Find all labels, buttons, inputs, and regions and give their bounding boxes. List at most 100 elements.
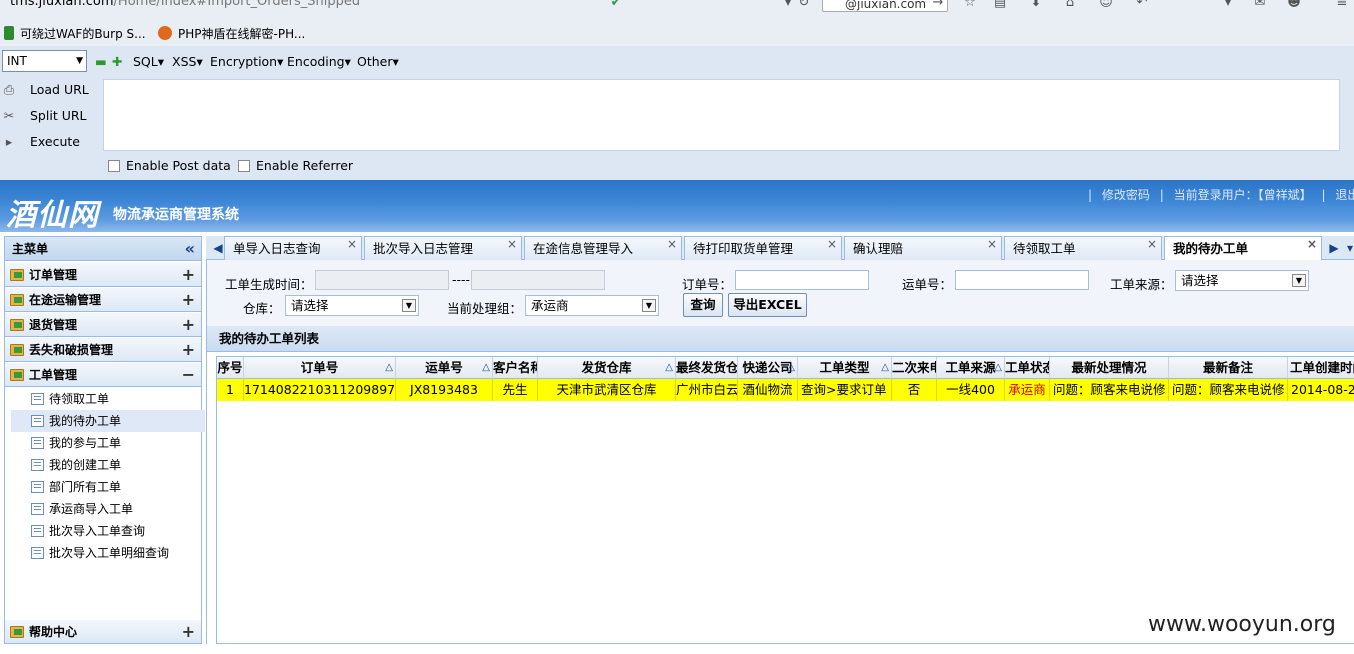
- table-cell[interactable]: 问题：顾客来电说修: [1169, 379, 1288, 401]
- split-url-button[interactable]: ✂ Split URL: [2, 108, 87, 123]
- create-time-start-input[interactable]: [315, 270, 449, 290]
- tab-transit-import[interactable]: 在途信息管理导入 ×: [524, 236, 682, 260]
- bookmarks-list-icon[interactable]: ▤: [992, 0, 1008, 10]
- expand-plus-icon[interactable]: +: [182, 620, 195, 644]
- plus-icon[interactable]: ✚: [112, 54, 122, 69]
- menu-group-orders[interactable]: 订单管理 +: [5, 263, 201, 287]
- menu-encoding[interactable]: Encoding▾: [287, 54, 351, 69]
- menu-other[interactable]: Other▾: [357, 54, 399, 69]
- reload-icon[interactable]: ↻: [796, 0, 812, 10]
- col-header[interactable]: 客户名称: [493, 357, 538, 379]
- export-excel-button[interactable]: 导出EXCEL: [728, 293, 807, 317]
- tab-import-log[interactable]: 单导入日志查询 ×: [224, 236, 362, 260]
- menu-group-returns[interactable]: 退货管理 +: [5, 313, 201, 337]
- menu-item-my-todo[interactable]: 我的待办工单: [11, 410, 205, 432]
- menu-group-loss[interactable]: 丢失和破损管理 +: [5, 338, 201, 362]
- minus-icon[interactable]: ▬: [95, 54, 107, 69]
- close-icon[interactable]: ×: [1147, 237, 1157, 256]
- logout-link[interactable]: 退出: [1335, 188, 1354, 202]
- waybill-input[interactable]: [955, 270, 1089, 290]
- menu-encryption[interactable]: Encryption▾: [210, 54, 283, 69]
- table-cell[interactable]: JX8193483: [396, 379, 493, 401]
- home-icon[interactable]: ⌂: [1062, 0, 1078, 10]
- expand-plus-icon[interactable]: +: [182, 288, 195, 312]
- close-icon[interactable]: ×: [987, 237, 997, 256]
- col-header[interactable]: 最新备注: [1169, 357, 1288, 379]
- search-go-icon[interactable]: →: [930, 0, 946, 10]
- execute-button[interactable]: ▸ Execute: [2, 134, 80, 149]
- col-header[interactable]: 发货仓库 △: [538, 357, 676, 379]
- query-button[interactable]: 查询: [683, 293, 723, 317]
- close-icon[interactable]: ×: [507, 237, 517, 256]
- menu-item-carrier-import[interactable]: 承运商导入工单: [31, 498, 201, 520]
- table-cell[interactable]: 先生: [493, 379, 538, 401]
- tab-list-icon[interactable]: ▾: [1340, 238, 1354, 258]
- table-cell[interactable]: 2014-08-24: [1288, 379, 1354, 401]
- tab-my-todo[interactable]: 我的待办工单 ×: [1164, 236, 1322, 261]
- col-header[interactable]: 工单创建时间: [1288, 357, 1354, 379]
- col-header[interactable]: 订单号 △: [244, 357, 396, 379]
- shield-icon[interactable]: ✔: [608, 0, 624, 10]
- order-no-input[interactable]: [735, 270, 869, 290]
- tab-batch-import-log[interactable]: 批次导入日志管理 ×: [364, 236, 522, 260]
- menu-sql[interactable]: SQL▾: [133, 54, 164, 69]
- col-header[interactable]: 二次来电: [892, 357, 937, 379]
- collapse-left-icon[interactable]: «: [185, 237, 195, 261]
- change-password-link[interactable]: 修改密码: [1102, 188, 1150, 202]
- url-textarea[interactable]: [103, 79, 1340, 151]
- comment-icon[interactable]: ✉: [1252, 0, 1268, 10]
- col-header[interactable]: 最终发货仓: [676, 357, 738, 379]
- col-header[interactable]: 最新处理情况: [1050, 357, 1169, 379]
- collapse-minus-icon[interactable]: −: [182, 363, 195, 387]
- close-icon[interactable]: ×: [667, 237, 677, 256]
- menu-group-tickets[interactable]: 工单管理 −: [5, 363, 201, 387]
- expand-plus-icon[interactable]: +: [182, 338, 195, 362]
- menu-item-my-participated[interactable]: 我的参与工单: [31, 432, 201, 454]
- menu-item-pending-claim[interactable]: 待领取工单: [31, 388, 201, 410]
- type-select[interactable]: INT ▼: [2, 50, 87, 72]
- download-icon[interactable]: ⬇: [1028, 0, 1044, 10]
- table-cell[interactable]: 酒仙物流: [738, 379, 798, 401]
- menu-item-department[interactable]: 部门所有工单: [31, 476, 201, 498]
- col-header[interactable]: 快递公司 △: [738, 357, 798, 379]
- table-cell[interactable]: 查询>要求订单: [798, 379, 892, 401]
- menu-xss[interactable]: XSS▾: [172, 54, 203, 69]
- col-header[interactable]: 工单类型 △: [798, 357, 892, 379]
- table-cell[interactable]: 天津市武清区仓库: [538, 379, 676, 401]
- menu-item-batch-detail[interactable]: 批次导入工单明细查询: [31, 542, 201, 564]
- bookmark-item-php[interactable]: PHP神盾在线解密-PH...: [158, 26, 305, 42]
- status-cell[interactable]: 承运商: [1005, 379, 1050, 401]
- close-icon[interactable]: ×: [347, 237, 357, 256]
- table-cell[interactable]: 否: [892, 379, 937, 401]
- tab-pending-claim[interactable]: 待领取工单 ×: [1004, 236, 1162, 260]
- menu-item-my-created[interactable]: 我的创建工单: [31, 454, 201, 476]
- table-cell[interactable]: 17140822103112098970: [244, 379, 396, 401]
- enable-referrer-checkbox[interactable]: Enable Referrer: [238, 158, 353, 173]
- chat-icon[interactable]: ☺: [1098, 0, 1114, 10]
- table-cell[interactable]: 1: [217, 379, 244, 401]
- address-bar[interactable]: tms.jiuxian.com/Home/Index#Import_Orders…: [10, 0, 910, 12]
- bookmark-item-waf[interactable]: 可绕过WAF的Burp S...: [4, 26, 146, 42]
- back-icon[interactable]: ↶: [1134, 0, 1150, 10]
- col-header[interactable]: 工单来源 △: [937, 357, 1005, 379]
- group-select[interactable]: 承运商 ▼: [525, 295, 659, 316]
- table-cell[interactable]: 一线400: [937, 379, 1005, 401]
- create-time-end-input[interactable]: [471, 270, 605, 290]
- menu-item-batch-query[interactable]: 批次导入工单查询: [31, 520, 201, 542]
- tab-print-pickup[interactable]: 待打印取货单管理 ×: [684, 236, 842, 260]
- menu-icon[interactable]: ≡: [1334, 0, 1350, 10]
- bookmark-star-icon[interactable]: ☆: [962, 0, 978, 10]
- enable-post-checkbox[interactable]: Enable Post data: [108, 158, 231, 173]
- col-header[interactable]: 运单号 △: [396, 357, 493, 379]
- close-icon[interactable]: ×: [827, 237, 837, 256]
- dropdown-icon[interactable]: ▾: [780, 0, 796, 10]
- close-icon[interactable]: ×: [1307, 237, 1317, 256]
- expand-plus-icon[interactable]: +: [182, 263, 195, 287]
- load-url-button[interactable]: ⎙ Load URL: [2, 82, 89, 98]
- menu-group-transit[interactable]: 在途运输管理 +: [5, 288, 201, 312]
- table-cell[interactable]: 广州市白云: [676, 379, 738, 401]
- menu-group-help[interactable]: 帮助中心 +: [5, 620, 201, 644]
- tab-confirm-claim[interactable]: 确认理赔 ×: [844, 236, 1002, 260]
- table-cell[interactable]: 问题：顾客来电说修: [1050, 379, 1169, 401]
- warehouse-select[interactable]: 请选择 ▼: [285, 295, 419, 316]
